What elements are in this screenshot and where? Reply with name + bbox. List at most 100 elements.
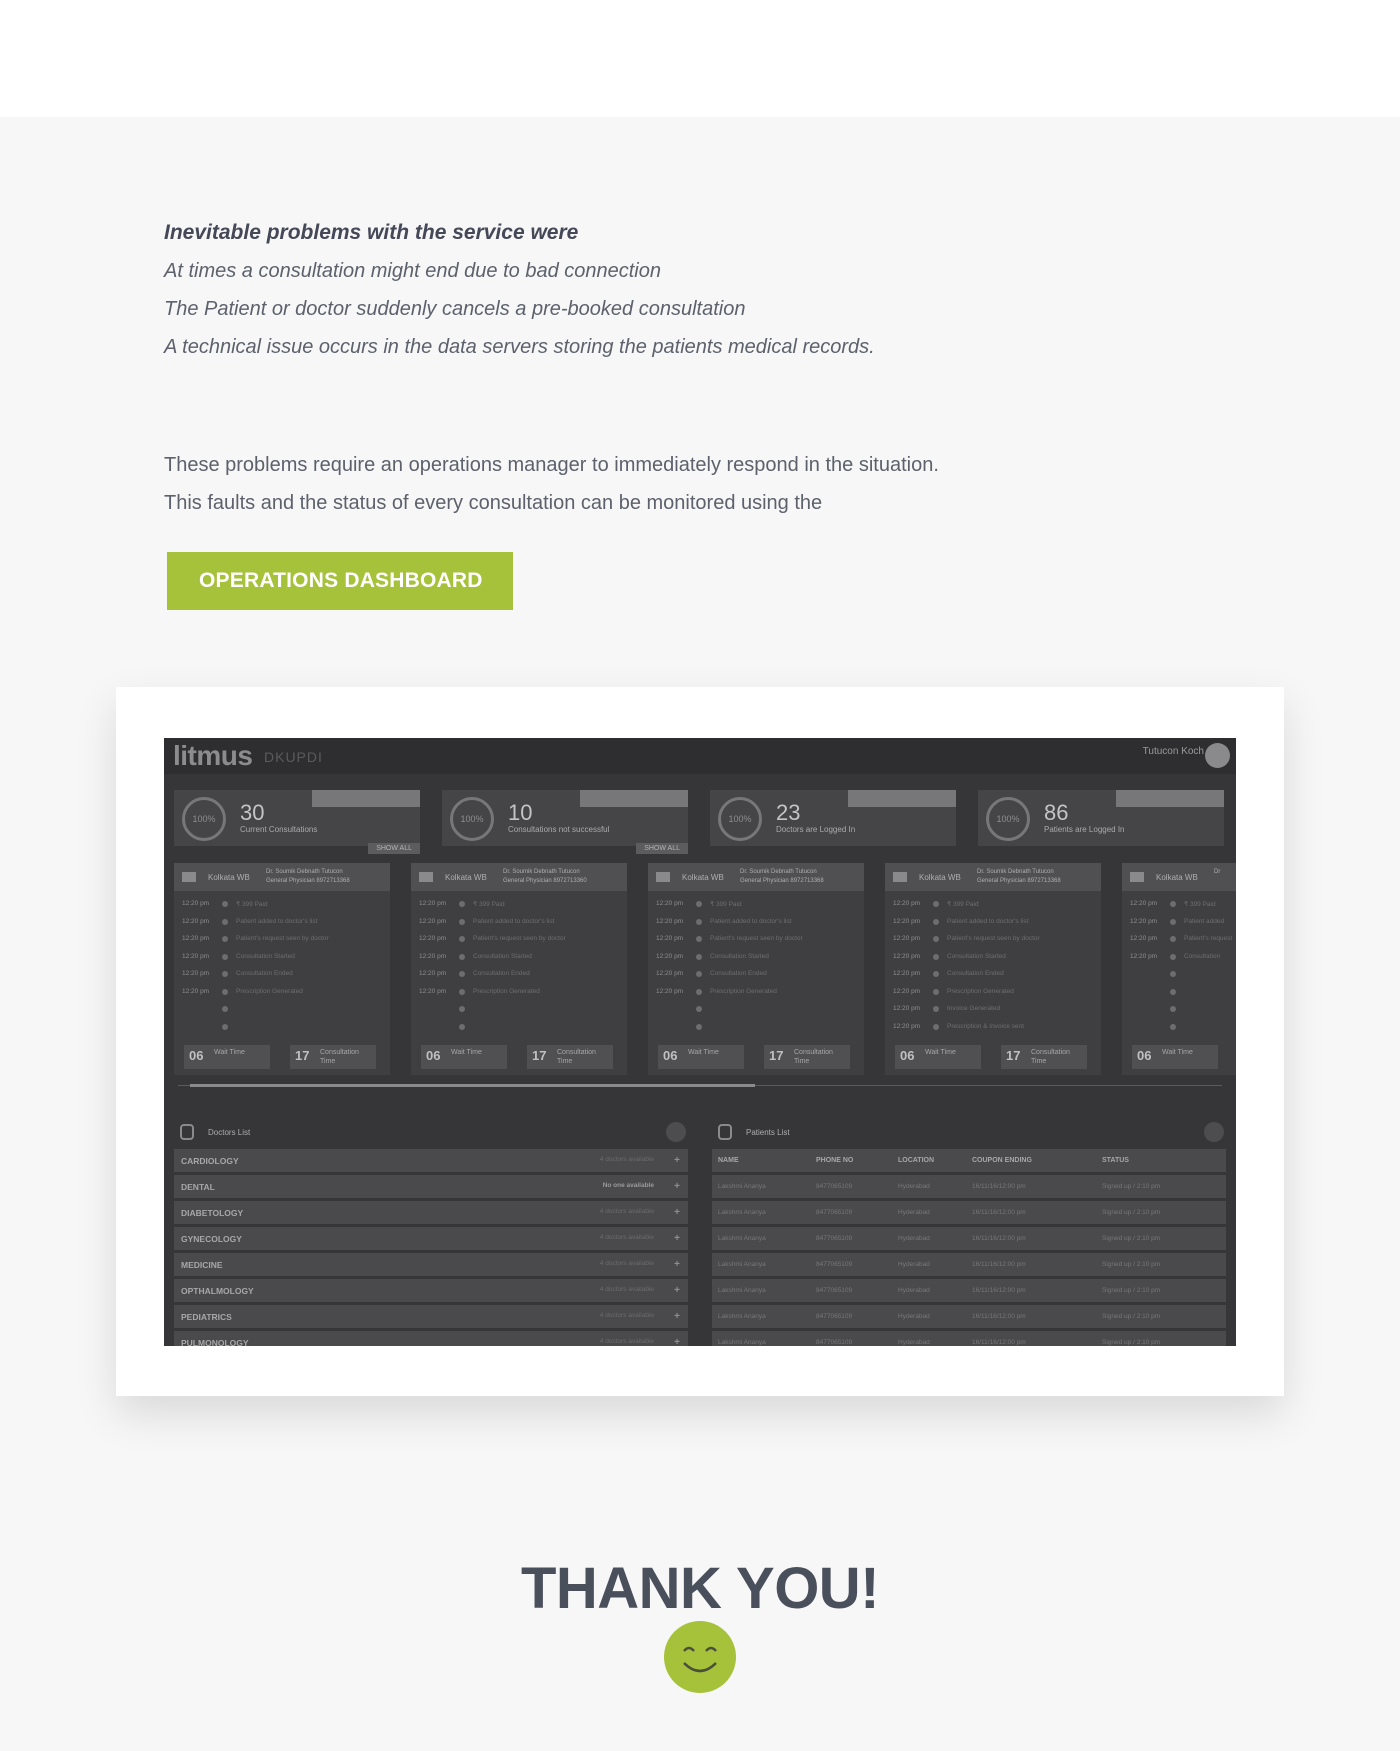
column-doctor: Dr. Soumik Debnath Tutucon General Physic… [977,869,1061,884]
event-time: 12:20 pm [656,952,684,960]
specialty-row[interactable]: OPTHALMOLOGY 4 doctors available + [174,1279,688,1302]
timeline-dot [459,953,465,960]
table-cell: Signed up / 2:10 pm [1102,1183,1161,1190]
event-text: Prescription Generated [236,987,303,995]
timeline: 12:20 pm ₹ 399 Paid 12:20 pm Patient added … [885,891,1101,1035]
plus-icon[interactable]: + [674,1233,680,1244]
timeline-dot [933,1006,939,1012]
column-city: Kolkata WB [1156,873,1198,882]
event-time: 12:20 pm [182,935,210,942]
event-time: 12:20 pm [182,952,210,960]
event-time: 12:20 pm [893,900,921,907]
table-row[interactable]: Lakshmi Ananya 8477065109 Hyderabad 16/11/1… [712,1305,1226,1328]
wait-minutes: 06 [426,1048,441,1063]
timeline-dot [696,953,702,960]
table-row[interactable]: Lakshmi Ananya 8477065109 Hyderabad 16/11/1… [712,1331,1226,1346]
event-text: Prescription & Invoice sent [947,1022,1024,1030]
show-all-button[interactable]: SHOW ALL [368,843,420,854]
column-header: Kolkata WB Dr. Soumik Debnath Tutucon Gene… [885,863,1101,891]
table-cell: Lakshmi Ananya [718,1183,766,1190]
timeline-dot [459,936,465,942]
patient-icon [718,1124,732,1140]
video-camera-icon [656,872,670,882]
table-cell: Lakshmi Ananya [718,1313,766,1320]
event-text: Consultation Started [236,952,295,960]
event-text: Invoice Generated [947,1005,1001,1012]
timeline-dot [1170,936,1176,942]
timeline-dot [222,1023,228,1030]
table-cell: 8477065109 [816,1313,853,1320]
specialty-availability: 4 doctors available [599,1208,654,1215]
timeline-dot [459,971,465,977]
show-all-button[interactable]: SHOW ALL [636,843,688,854]
timeline-row [411,1000,627,1018]
specialty-row[interactable]: CARDIOLOGY 4 doctors available + [174,1149,688,1172]
column-doctor: Dr. Soumik Debnath Tutucon General Physic… [740,869,824,884]
column-city: Kolkata WB [208,873,250,882]
table-cell: Hyderabad [898,1183,930,1190]
timeline-dot [222,901,228,907]
user-name[interactable]: Tutucon Koch [1143,746,1204,757]
event-text: Consultation [1184,952,1221,960]
stat-card: 100% 10 Consultations not successful SHOW A… [442,790,688,854]
stat-label: Consultations not successful [508,825,610,834]
timeline-row: 12:20 pm ₹ 399 Paid [648,895,864,913]
specialty-name: OPTHALMOLOGY [181,1286,254,1296]
specialty-name: DENTAL [181,1182,215,1192]
column-city: Kolkata WB [919,873,961,882]
event-text: Prescription Generated [947,987,1014,995]
column-header-cell: COUPON ENDING [972,1157,1032,1164]
timeline-dot [222,918,228,925]
specialty-row[interactable]: GYNECOLOGY 4 doctors available + [174,1227,688,1250]
plus-icon[interactable]: + [674,1181,680,1192]
specialty-availability: 4 doctors available [599,1286,654,1293]
specialty-name: CARDIOLOGY [181,1156,239,1166]
timeline-row: 12:20 pm ₹ 399 Paid [1122,895,1236,913]
event-text: ₹ 399 Paid [236,901,268,908]
search-icon[interactable] [666,1122,686,1142]
specialty-row[interactable]: MEDICINE 4 doctors available + [174,1253,688,1276]
table-cell: 16/11/16/12:00 pm [972,1209,1026,1216]
event-text: ₹ 399 Paid [947,901,979,908]
plus-icon[interactable]: + [674,1311,680,1322]
event-text: ₹ 399 Paid [710,901,742,908]
event-text: Patient's request seen by doctor [710,935,803,942]
table-row[interactable]: Lakshmi Ananya 8477065109 Hyderabad 16/11/1… [712,1279,1226,1302]
plus-icon[interactable]: + [674,1259,680,1270]
event-text: Consultation Ended [710,970,767,977]
timeline-dot [222,953,228,960]
column-header: Kolkata WB Dr. Soumik Debnath Tutucon Gene… [648,863,864,891]
user-avatar-icon[interactable] [1205,743,1230,768]
timeline-row: 12:20 pm ₹ 399 Paid [174,895,390,913]
wait-label: Wait Time [214,1049,245,1056]
search-icon[interactable] [1204,1122,1224,1142]
table-row[interactable]: Lakshmi Ananya 8477065109 Hyderabad 16/11/1… [712,1175,1226,1198]
plus-icon[interactable]: + [674,1155,680,1166]
table-row[interactable]: Lakshmi Ananya 8477065109 Hyderabad 16/11/1… [712,1201,1226,1224]
specialty-row[interactable]: DIABETOLOGY 4 doctors available + [174,1201,688,1224]
table-cell: Signed up / 2:10 pm [1102,1261,1161,1268]
timeline-dot [1170,901,1176,907]
table-row[interactable]: Lakshmi Ananya 8477065109 Hyderabad 16/11/1… [712,1227,1226,1250]
plus-icon[interactable]: + [674,1207,680,1218]
doctors-list-header: Doctors List [174,1116,688,1146]
plus-icon[interactable]: + [674,1285,680,1296]
specialty-availability: 4 doctors available [599,1156,654,1163]
event-time: 12:20 pm [419,900,447,907]
plus-icon[interactable]: + [674,1337,680,1346]
timeline-dot [222,936,228,942]
timeline-row [1122,965,1236,983]
timeline-dot [1170,953,1176,960]
stat-card: 100% 30 Current Consultations SHOW ALL [174,790,420,854]
scroll-thumb[interactable] [190,1084,755,1087]
operations-dashboard-button[interactable]: OPERATIONS DASHBOARD [167,552,513,610]
column-city: Kolkata WB [445,873,487,882]
table-cell: Hyderabad [898,1287,930,1294]
event-text: ₹ 399 Paid [1184,901,1216,908]
table-row[interactable]: Lakshmi Ananya 8477065109 Hyderabad 16/11/1… [712,1253,1226,1276]
specialty-availability: 4 doctors available [599,1234,654,1241]
specialty-row[interactable]: PULMONOLOGY 4 doctors available + [174,1331,688,1346]
specialty-row[interactable]: PEDIATRICS 4 doctors available + [174,1305,688,1328]
stat-card: 100% 86 Patients are Logged In [978,790,1224,846]
specialty-row[interactable]: DENTAL No one available + [174,1175,688,1198]
